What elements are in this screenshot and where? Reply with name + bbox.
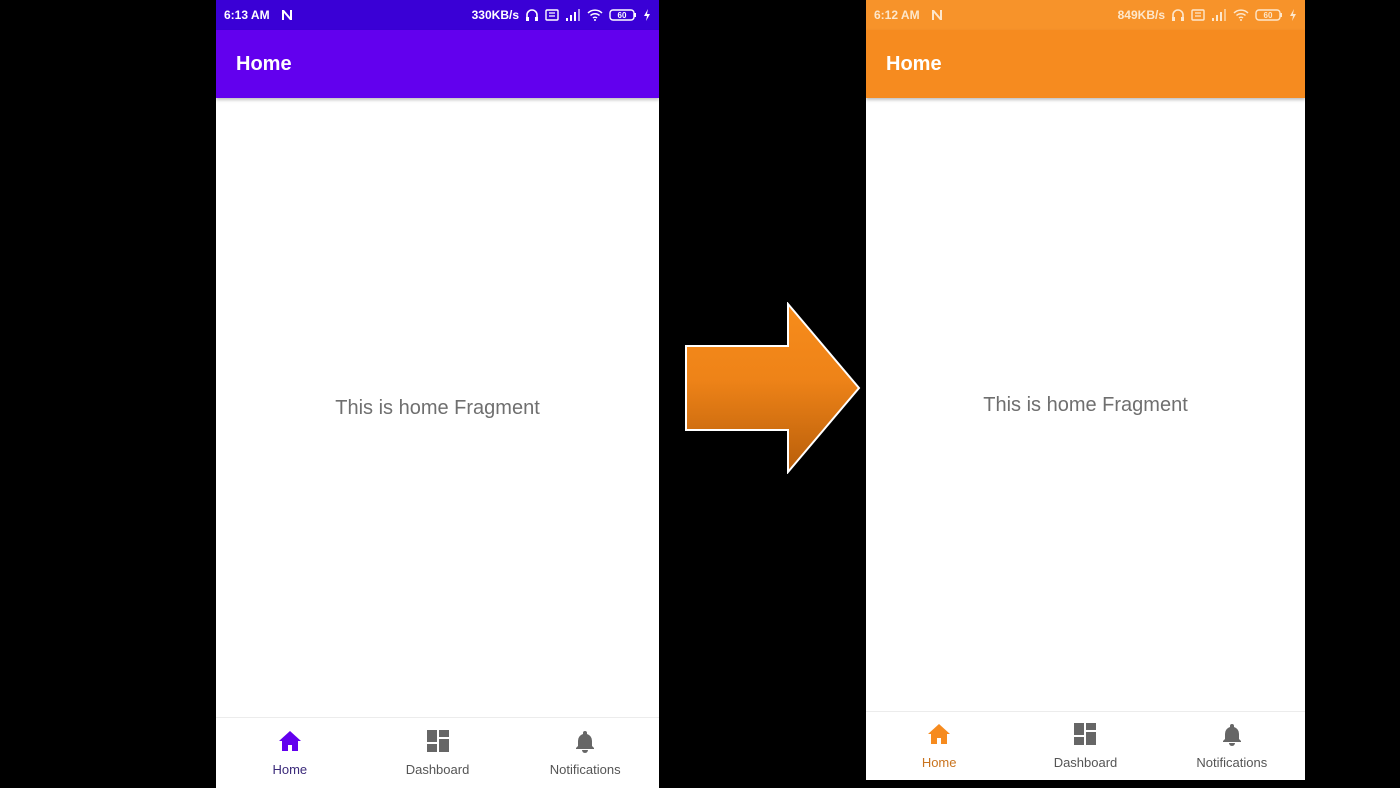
fragment-content: This is home Fragment [216,98,659,718]
bell-icon [1220,722,1244,751]
nav-label-home: Home [272,762,308,777]
sim-icon [545,8,559,22]
home-icon [926,722,952,751]
network-speed: 849KB/s [1117,8,1165,22]
battery-level: 60 [1264,11,1273,20]
status-time: 6:12 AM [874,8,920,22]
nav-label-dashboard: Dashboard [405,762,470,777]
charging-icon [1289,9,1297,21]
page-title: Home [236,52,292,75]
bell-icon [573,729,597,758]
signal-icon [565,9,581,21]
dashboard-icon [1073,722,1097,751]
nav-item-dashboard[interactable]: Dashboard [364,718,512,788]
dashboard-icon [426,729,450,758]
battery-icon: 60 [609,9,637,21]
status-bar: 6:12 AM 849KB/s 60 [866,0,1305,30]
headphones-icon [525,8,539,22]
battery-level: 60 [618,11,627,20]
fragment-content: This is home Fragment [866,98,1305,712]
phone-screen-before: 6:13 AM 330KB/s 60 Home This is home Fra… [216,0,659,788]
phone-screen-after: 6:12 AM 849KB/s 60 Home This is home Fra… [866,0,1305,780]
status-bar: 6:13 AM 330KB/s 60 [216,0,659,30]
page-title: Home [886,52,942,75]
arrow-right-icon [685,302,861,474]
n-icon [280,8,294,22]
nav-item-notifications[interactable]: Notifications [511,718,659,788]
home-icon [277,729,303,758]
comparison-scene: 6:13 AM 330KB/s 60 Home This is home Fra… [0,0,1400,788]
signal-icon [1211,9,1227,21]
network-speed: 330KB/s [471,8,519,22]
nav-item-home[interactable]: Home [866,712,1012,780]
nav-item-notifications[interactable]: Notifications [1159,712,1305,780]
status-time: 6:13 AM [224,8,270,22]
fragment-text: This is home Fragment [335,396,540,419]
fragment-text: This is home Fragment [983,393,1188,416]
wifi-icon [587,9,603,21]
nav-label-dashboard: Dashboard [1053,755,1118,770]
nav-label-notifications: Notifications [549,762,621,777]
bottom-navigation: Home Dashboard Notifications [866,711,1305,780]
n-icon [930,8,944,22]
charging-icon [643,9,651,21]
battery-icon: 60 [1255,9,1283,21]
nav-item-home[interactable]: Home [216,718,364,788]
nav-item-dashboard[interactable]: Dashboard [1012,712,1158,780]
nav-label-notifications: Notifications [1196,755,1268,770]
nav-label-home: Home [921,755,957,770]
app-bar: Home [216,30,659,98]
app-bar: Home [866,30,1305,98]
wifi-icon [1233,9,1249,21]
bottom-navigation: Home Dashboard Notifications [216,717,659,788]
sim-icon [1191,8,1205,22]
headphones-icon [1171,8,1185,22]
